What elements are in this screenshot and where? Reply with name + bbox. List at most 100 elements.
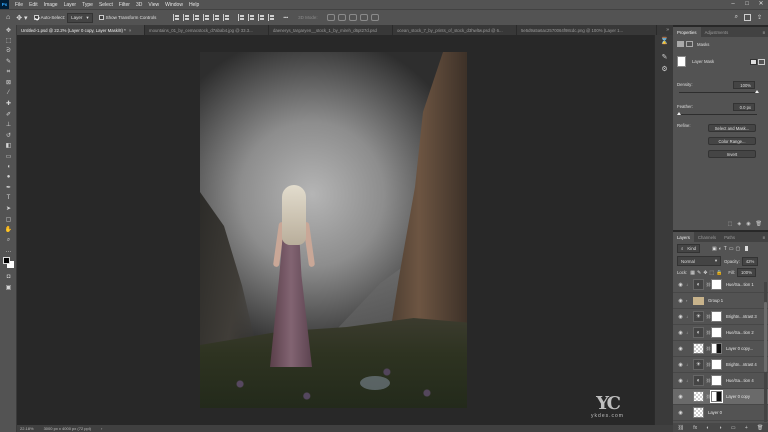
- layer-mask-thumbnail[interactable]: [711, 359, 722, 370]
- eye-icon[interactable]: ◉: [677, 378, 684, 384]
- link-icon[interactable]: ⛓: [706, 330, 711, 335]
- path-select-tool-icon[interactable]: ➤: [0, 204, 17, 215]
- align-left-icon[interactable]: [203, 14, 210, 21]
- quick-select-tool-icon[interactable]: ✎: [0, 57, 17, 68]
- panel-menu-icon[interactable]: ≡: [762, 235, 768, 240]
- link-icon[interactable]: ⛓: [706, 394, 711, 399]
- workspace-icon[interactable]: [743, 14, 751, 21]
- layer-name[interactable]: Brightn...ntrast 3: [726, 314, 757, 319]
- invert-button[interactable]: Invert: [708, 150, 756, 158]
- new-layer-icon[interactable]: +: [745, 425, 748, 431]
- link-icon[interactable]: ⛓: [706, 314, 711, 319]
- 3d-orbit-icon[interactable]: [326, 14, 335, 21]
- chevron-right-icon[interactable]: ›: [101, 426, 102, 431]
- visibility-icon[interactable]: ◉: [746, 221, 750, 227]
- distribute-icon[interactable]: [248, 14, 255, 21]
- adjustments-panel-icon[interactable]: ⚙: [655, 63, 674, 75]
- color-range-button[interactable]: Color Range...: [708, 137, 756, 145]
- density-slider-knob[interactable]: [755, 90, 759, 93]
- expand-arrow-icon[interactable]: ›: [686, 298, 690, 303]
- link-icon[interactable]: ⛓: [706, 362, 711, 367]
- layer-name[interactable]: Brightn...ntrast 4: [726, 362, 757, 367]
- layer-name[interactable]: Group 1: [708, 298, 723, 303]
- screen-mode-icon[interactable]: ▣: [0, 283, 17, 294]
- frame-tool-icon[interactable]: ⊠: [0, 78, 17, 89]
- tab-document[interactable]: Untitled-1.psd @ 22.2% (Layer 0 copy, La…: [17, 25, 145, 35]
- add-mask-icon[interactable]: ◐: [706, 425, 709, 431]
- shape-tool-icon[interactable]: ▢: [0, 214, 17, 225]
- lock-icons[interactable]: ▦✎✥⬚🔒: [690, 270, 724, 276]
- 3d-pan-icon[interactable]: [348, 14, 357, 21]
- eye-icon[interactable]: ◉: [677, 394, 684, 400]
- eye-icon[interactable]: ◉: [677, 410, 684, 416]
- select-pixel-mask-icon[interactable]: [750, 58, 757, 65]
- eye-icon[interactable]: ◉: [677, 346, 684, 352]
- layer-mask-thumbnail[interactable]: [711, 327, 722, 338]
- menu-file[interactable]: File: [12, 2, 26, 8]
- menu-help[interactable]: Help: [186, 2, 202, 8]
- pen-tool-icon[interactable]: ✒: [0, 183, 17, 194]
- blend-mode-dropdown[interactable]: Normal ▾: [677, 256, 721, 266]
- dodge-tool-icon[interactable]: ●: [0, 172, 17, 183]
- auto-select-target-dropdown[interactable]: Layer ▾: [67, 12, 93, 23]
- foreground-color-swatch[interactable]: [3, 257, 10, 264]
- align-bottom-icon[interactable]: [193, 14, 200, 21]
- link-icon[interactable]: ⛓: [706, 378, 711, 383]
- distribute-icon[interactable]: [238, 14, 245, 21]
- menu-layer[interactable]: Layer: [61, 2, 80, 8]
- layer-thumbnail[interactable]: [693, 391, 704, 402]
- layer-name[interactable]: Layer 0 copy...: [726, 346, 753, 351]
- link-icon[interactable]: ⛓: [706, 282, 711, 287]
- edit-toolbar-icon[interactable]: …: [0, 246, 17, 257]
- eye-icon[interactable]: ◉: [677, 330, 684, 336]
- history-panel-icon[interactable]: ⌛: [655, 35, 674, 47]
- layer-mask-thumbnail[interactable]: [711, 311, 722, 322]
- layer-row[interactable]: ◉ ↓ ☀ ⛓ Brightn...ntrast 4: [673, 357, 768, 373]
- canvas-area[interactable]: [17, 35, 654, 425]
- layer-row[interactable]: ◉ ↓ ◐ ⛓ Hue/Sa...tion 1: [673, 277, 768, 293]
- layer-mask-thumbnail[interactable]: [711, 375, 722, 386]
- layer-row-selected[interactable]: ◉ ⛓ Layer 0 copy: [673, 389, 768, 405]
- feather-input[interactable]: 0.0 px: [733, 103, 755, 111]
- scrollbar-thumb[interactable]: [764, 302, 767, 372]
- layer-name[interactable]: Hue/Sa...tion 1: [726, 282, 754, 287]
- minimize-button[interactable]: –: [726, 0, 740, 9]
- layer-name[interactable]: Hue/Sa...tion 2: [726, 330, 754, 335]
- menu-type[interactable]: Type: [79, 2, 96, 8]
- align-top-icon[interactable]: [173, 14, 180, 21]
- marquee-tool-icon[interactable]: ⬚: [0, 36, 17, 47]
- layer-name[interactable]: Hue/Sa...tion 4: [726, 378, 754, 383]
- layer-row[interactable]: ◉ Layer 0: [673, 405, 768, 421]
- document-canvas[interactable]: [200, 52, 467, 408]
- menu-edit[interactable]: Edit: [26, 2, 41, 8]
- panel-menu-icon[interactable]: ≡: [762, 30, 768, 35]
- align-center-icon[interactable]: [213, 14, 220, 21]
- maximize-button[interactable]: □: [740, 0, 754, 9]
- layer-thumbnail[interactable]: [693, 343, 704, 354]
- zoom-tool-icon[interactable]: ⌕: [0, 235, 17, 246]
- vector-mask-icon[interactable]: [686, 41, 693, 47]
- document-size[interactable]: 3000 px x 4000 px (72 ppi): [44, 426, 91, 431]
- history-brush-tool-icon[interactable]: ↺: [0, 130, 17, 141]
- layer-row[interactable]: ◉ › Group 1: [673, 293, 768, 309]
- new-group-icon[interactable]: ▭: [731, 425, 736, 431]
- layer-row[interactable]: ◉ ↓ ◐ ⛓ Hue/Sa...tion 4: [673, 373, 768, 389]
- add-style-icon[interactable]: fx: [693, 425, 697, 431]
- distribute-icon[interactable]: [258, 14, 265, 21]
- 3d-scale-icon[interactable]: [370, 14, 379, 21]
- layer-name[interactable]: Layer 0 copy: [726, 394, 750, 399]
- density-slider[interactable]: [679, 90, 759, 93]
- move-tool-icon[interactable]: ✥ ▾: [16, 14, 27, 22]
- hand-tool-icon[interactable]: ✋: [0, 225, 17, 236]
- delete-icon[interactable]: 🗑: [756, 221, 762, 227]
- close-icon[interactable]: ×: [129, 28, 132, 33]
- filter-toggle[interactable]: [745, 246, 749, 251]
- layer-row[interactable]: ◉ ⛓ Layer 0 copy...: [673, 341, 768, 357]
- auto-select-checkbox[interactable]: Auto-Select:: [33, 15, 65, 20]
- eye-icon[interactable]: ◉: [677, 314, 684, 320]
- align-middle-icon[interactable]: [183, 14, 190, 21]
- layer-mask-thumbnail[interactable]: [711, 279, 722, 290]
- tab-layers[interactable]: Layers: [673, 232, 694, 242]
- quick-mask-icon[interactable]: ◘: [0, 272, 17, 283]
- search-icon[interactable]: ⌕: [735, 14, 738, 21]
